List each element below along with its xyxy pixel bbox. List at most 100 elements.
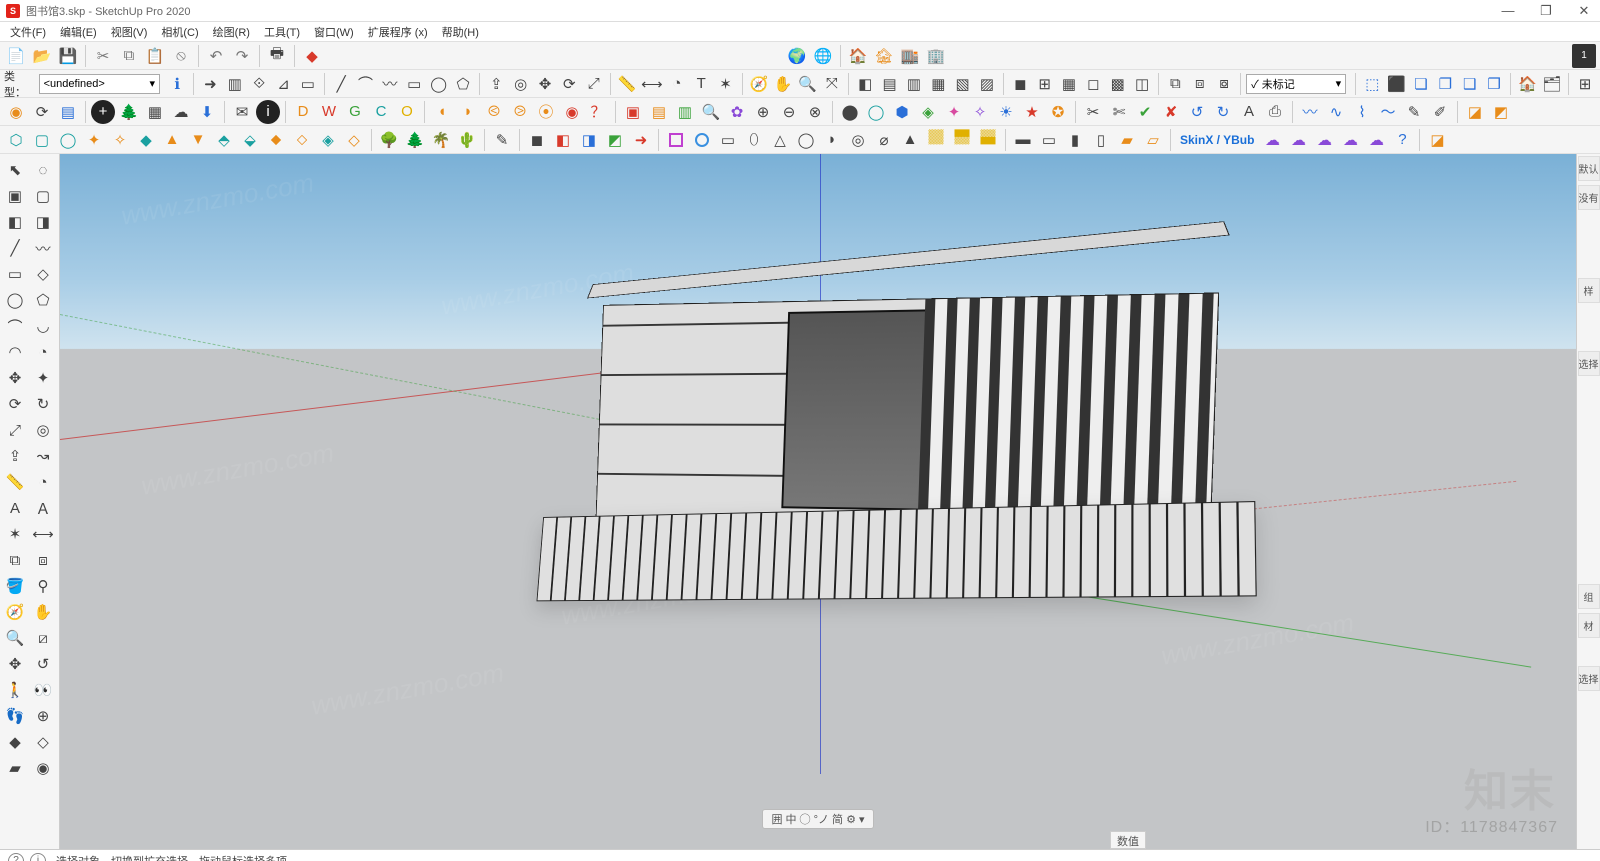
row4-a8-icon[interactable]: ▼ (186, 128, 210, 152)
warehouse-1-icon[interactable]: 🏠 (846, 44, 870, 68)
rect-rot-tool-icon[interactable]: ◇ (30, 262, 56, 286)
tray-default[interactable]: 默认 (1578, 156, 1600, 181)
line-tool-icon[interactable]: ╱ (2, 236, 28, 260)
zoom-win-tool-icon[interactable]: ⧄ (30, 626, 56, 650)
undo-icon[interactable]: ↶ (204, 44, 228, 68)
menu-tools[interactable]: 工具(T) (258, 22, 306, 42)
tree-3-icon[interactable]: 🌴 (429, 128, 453, 152)
text3d-tool-icon[interactable]: Ａ (30, 496, 56, 520)
bool-2-icon[interactable]: ◧ (551, 128, 575, 152)
prim-cyl-icon[interactable]: ⬯ (742, 128, 766, 152)
row4-a14-icon[interactable]: ◇ (342, 128, 366, 152)
plugin-mail-icon[interactable]: ✉ (230, 100, 254, 124)
plugin-d4-icon[interactable]: ◈ (916, 100, 940, 124)
plugin-info-icon[interactable]: i (256, 100, 280, 124)
row4-a10-icon[interactable]: ⬙ (238, 128, 262, 152)
tree-2-icon[interactable]: 🌲 (403, 128, 427, 152)
sandbox2-tool-icon[interactable]: ◉ (30, 756, 56, 780)
wall-6-icon[interactable]: ▱ (1141, 128, 1165, 152)
prim-stair2-icon[interactable]: 🮑 (950, 128, 974, 152)
menu-ext[interactable]: 扩展程序 (x) (362, 22, 434, 42)
plugin-e2-icon[interactable]: ✄ (1107, 100, 1131, 124)
meas-tape-icon[interactable]: 📏 (616, 72, 638, 96)
bool-3-icon[interactable]: ◨ (577, 128, 601, 152)
mod-rot-icon[interactable]: ⟳ (558, 72, 580, 96)
mod-offset-icon[interactable]: ◎ (509, 72, 531, 96)
rotate-copy-icon[interactable]: ↻ (30, 392, 56, 416)
tray-select[interactable]: 选择 (1578, 351, 1600, 376)
copy-icon[interactable]: ⧉ (117, 44, 141, 68)
row4-a1-icon[interactable]: ⬡ (4, 128, 28, 152)
wall-4-icon[interactable]: ▯ (1089, 128, 1113, 152)
section2-tool-icon[interactable]: ⧈ (30, 548, 56, 572)
dims-tool-icon[interactable]: ⟷ (30, 522, 56, 546)
row4-a5-icon[interactable]: ✧ (108, 128, 132, 152)
face-shaded-icon[interactable]: ◼ (1009, 72, 1031, 96)
followme-tool-icon[interactable]: ↝ (30, 444, 56, 468)
new-file-icon[interactable]: 📄 (4, 44, 28, 68)
face-wire-icon[interactable]: ▦ (1058, 72, 1080, 96)
wall-3-icon[interactable]: ▮ (1063, 128, 1087, 152)
tray-none[interactable]: 没有 (1578, 185, 1600, 210)
plugin-d9-icon[interactable]: ✪ (1046, 100, 1070, 124)
eraser2-tool-icon[interactable]: ◨ (30, 210, 56, 234)
skinx-help-icon[interactable]: ? (1390, 128, 1414, 152)
delete-icon[interactable]: ⦸ (169, 44, 193, 68)
plugin-f2-icon[interactable]: ∿ (1324, 100, 1348, 124)
sample-tool-icon[interactable]: ⚲ (30, 574, 56, 598)
letter-o-icon[interactable]: O (395, 100, 419, 124)
face-xray-icon[interactable]: ◫ (1131, 72, 1153, 96)
plugin-cloud-icon[interactable]: ☁ (169, 100, 193, 124)
plugin-f5-icon[interactable]: ✎ (1402, 100, 1426, 124)
prim-tube-icon[interactable]: ⌀ (872, 128, 896, 152)
tray-mat[interactable]: 材 (1578, 613, 1600, 638)
walk-tool-icon[interactable]: 🚶 (2, 678, 28, 702)
prev-view-tool-icon[interactable]: ↺ (30, 652, 56, 676)
right-badge[interactable]: 1 (1572, 44, 1596, 68)
menu-help[interactable]: 帮助(H) (436, 22, 485, 42)
position2-tool-icon[interactable]: ⊕ (30, 704, 56, 728)
save-file-icon[interactable]: 💾 (56, 44, 80, 68)
cut-icon[interactable]: ✂ (91, 44, 115, 68)
meas-dim-icon[interactable]: ⟷ (640, 72, 664, 96)
pen-icon[interactable]: ✎ (490, 128, 514, 152)
plugin-b7-icon[interactable]: ？ (586, 100, 610, 124)
text-tool-icon[interactable]: A (2, 496, 28, 520)
plugin-f3-icon[interactable]: ⌇ (1350, 100, 1374, 124)
plugin-d1-icon[interactable]: ⬤ (838, 100, 862, 124)
select-win-icon[interactable]: ▢ (30, 184, 56, 208)
box-4-icon[interactable]: ❐ (1434, 72, 1456, 96)
box-6-icon[interactable]: ❒ (1483, 72, 1505, 96)
rotate-tool-icon[interactable]: ⟳ (2, 392, 28, 416)
view-right-icon[interactable]: ▦ (927, 72, 949, 96)
minimize-button[interactable]: — (1498, 3, 1518, 19)
cam-pan-icon[interactable]: ✋ (772, 72, 794, 96)
row4-a3-icon[interactable]: ◯ (56, 128, 80, 152)
grid-icon[interactable]: ⊞ (1574, 72, 1596, 96)
position-tool-icon[interactable]: 👣 (2, 704, 28, 728)
menu-edit[interactable]: 编辑(E) (54, 22, 103, 42)
open-file-icon[interactable]: 📂 (30, 44, 54, 68)
plugin-d5-icon[interactable]: ✦ (942, 100, 966, 124)
tape-tool-icon[interactable]: 📏 (2, 470, 28, 494)
pan-tool-icon[interactable]: ✋ (30, 600, 56, 624)
tree-1-icon[interactable]: 🌳 (377, 128, 401, 152)
plugin-d6-icon[interactable]: ✧ (968, 100, 992, 124)
prim-box-icon[interactable]: ▭ (716, 128, 740, 152)
plugin-e3-icon[interactable]: ✔ (1133, 100, 1157, 124)
look-tool-icon[interactable]: 👀 (30, 678, 56, 702)
mod-push-icon[interactable]: ⇪ (485, 72, 507, 96)
draw-arc-icon[interactable]: ⌒ (354, 72, 376, 96)
style-5-icon[interactable]: ▭ (297, 72, 319, 96)
plugin-b4-icon[interactable]: ⧁ (508, 100, 532, 124)
wall-1-icon[interactable]: ▬ (1011, 128, 1035, 152)
plugin-dl-icon[interactable]: ⬇ (195, 100, 219, 124)
offset-tool-icon[interactable]: ◎ (30, 418, 56, 442)
row4-a4-icon[interactable]: ✦ (82, 128, 106, 152)
plugin-c4-icon[interactable]: 🔍 (699, 100, 723, 124)
draw-circ-icon[interactable]: ◯ (427, 72, 449, 96)
viewport[interactable]: www.znzmo.com www.znzmo.com www.znzmo.co… (60, 154, 1576, 849)
paint-tool-icon[interactable]: 🪣 (2, 574, 28, 598)
rect-tool-icon[interactable]: ▭ (2, 262, 28, 286)
sandbox1-tool-icon[interactable]: ▰ (2, 756, 28, 780)
